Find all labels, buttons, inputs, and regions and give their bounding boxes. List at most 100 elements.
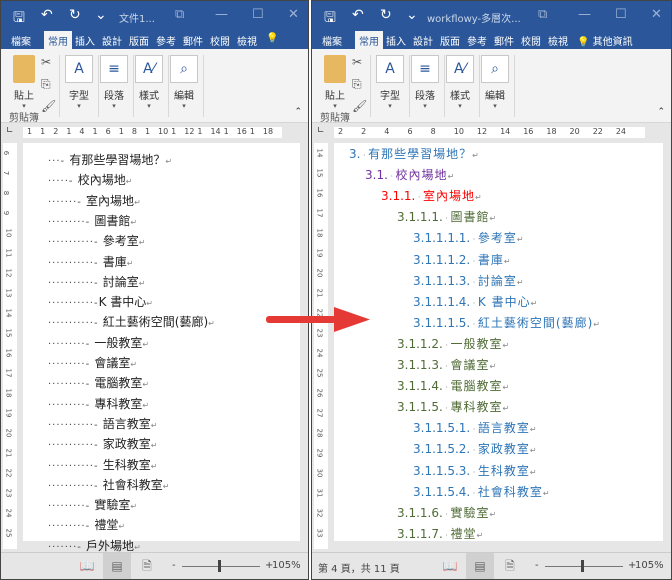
tab-0[interactable]: 檔案 [11, 33, 31, 48]
paragraph-line[interactable]: 3.1.1.1.4. · K 書中心↵ [413, 293, 537, 310]
paragraph-line[interactable]: 3.1.1.5.3. · 生科教室↵ [413, 462, 537, 479]
paragraph-line[interactable]: 3.1.1.2. · 一般教室↵ [397, 335, 509, 352]
paragraph-line[interactable]: ·········- 一般教室↵ [48, 334, 149, 351]
paragraph-line[interactable]: ·········- 專科教室↵ [48, 395, 149, 412]
paragraph-line[interactable]: 3.1.1.4. · 電腦教室↵ [397, 377, 509, 394]
paragraph-line[interactable]: 3.1.1.5. · 專科教室↵ [397, 398, 509, 415]
paragraph-line[interactable]: 3.1.1.1.5. · 紅土藝術空間(藝廊)↵ [413, 314, 600, 331]
close-button[interactable]: ✕ [288, 7, 299, 22]
cut-icon[interactable]: ✂ [41, 55, 51, 69]
tab-selector[interactable]: ∟ [6, 126, 14, 136]
paragraph-line[interactable]: 3. · 有那些學習場地？↵ [349, 145, 479, 162]
paragraph-line[interactable]: ···········- 討論室↵ [48, 273, 145, 290]
paragraph-line[interactable]: ·········- 電腦教室↵ [48, 374, 149, 391]
editing-button[interactable]: ⌕ 編輯 ▾ [170, 55, 198, 110]
zoom-slider[interactable] [182, 566, 260, 567]
styles-button[interactable]: A⁄ 樣式 ▾ [446, 55, 474, 110]
paragraph-line[interactable]: ···········- 書庫↵ [48, 253, 133, 270]
paragraph-line[interactable]: 3.1.1.6. · 實驗室↵ [397, 504, 496, 521]
paragraph-line[interactable]: 3.1.1.5.1. · 語言教室↵ [413, 419, 537, 436]
tab-7[interactable]: 校閱 [521, 33, 541, 48]
close-button[interactable]: ✕ [651, 7, 662, 22]
paste-button[interactable]: 貼上 ▾ [320, 55, 350, 110]
minimize-button[interactable]: — [215, 7, 228, 22]
paragraph-line[interactable]: ·········- 會議室↵ [48, 354, 137, 371]
print-layout-button[interactable]: ▤ [466, 553, 494, 579]
paragraph-line[interactable]: ·····- 校內場地↵ [48, 171, 132, 188]
paragraph-line[interactable]: 3.1.1.1.1. · 參考室↵ [413, 229, 524, 246]
format-painter-icon[interactable]: 🖌 [41, 99, 56, 113]
ribbon-display-button[interactable]: ⧉ [175, 7, 184, 22]
paragraph-line[interactable]: ···········- 生科教室↵ [48, 456, 157, 473]
zoom-slider-thumb[interactable] [218, 560, 221, 572]
undo-icon-button[interactable]: ↶ [352, 7, 364, 23]
collapse-ribbon-button[interactable]: ⌃ [657, 107, 665, 117]
tab-1[interactable]: 常用 [44, 31, 72, 49]
tab-8[interactable]: 檢視 [237, 33, 257, 48]
paragraph-line[interactable]: 3.1.1.1.2. · 書庫↵ [413, 251, 511, 268]
paragraph-line[interactable]: 3.1.1.1.3. · 討論室↵ [413, 272, 524, 289]
undo-icon-button[interactable]: ↶ [41, 7, 53, 23]
paragraph-line[interactable]: 3.1. · 校內場地↵ [365, 166, 454, 183]
zoom-out-button[interactable]: - [172, 560, 176, 571]
tab-8[interactable]: 檢視 [548, 33, 568, 48]
tab-3[interactable]: 設計 [102, 33, 122, 48]
tab-5[interactable]: 參考 [156, 33, 176, 48]
editing-button[interactable]: ⌕ 編輯 ▾ [481, 55, 509, 110]
paragraph-button[interactable]: ≡ 段落 ▾ [411, 55, 439, 110]
paragraph-line[interactable]: ·······- 室內場地↵ [48, 192, 141, 209]
tab-1[interactable]: 常用 [355, 31, 383, 49]
print-layout-button[interactable]: ▤ [103, 553, 131, 579]
tell-me-button[interactable]: 💡 [266, 33, 278, 44]
tab-4[interactable]: 版面 [440, 33, 460, 48]
font-button[interactable]: A 字型 ▾ [376, 55, 404, 110]
paragraph-button[interactable]: ≡ 段落 ▾ [100, 55, 128, 110]
paragraph-line[interactable]: ·········- 圖書館↵ [48, 212, 137, 229]
paragraph-line[interactable]: ·········- 禮堂↵ [48, 516, 125, 533]
cut-icon[interactable]: ✂ [352, 55, 362, 69]
tab-2[interactable]: 插入 [75, 33, 95, 48]
document-page[interactable]: ···- 有那些學習場地？↵ ·····- 校內場地↵ ·······- 室內場地↵… [23, 143, 300, 553]
customize-icon-button[interactable]: ⌄ [95, 7, 107, 23]
copy-icon[interactable]: ⎘ [41, 77, 51, 92]
paragraph-line[interactable]: ·········- 實驗室↵ [48, 496, 137, 513]
save-icon-button[interactable]: 🖫 [324, 7, 336, 31]
read-mode-button[interactable]: 📖 [73, 553, 101, 579]
format-painter-icon[interactable]: 🖌 [352, 99, 367, 113]
read-mode-button[interactable]: 📖 [436, 553, 464, 579]
paragraph-line[interactable]: 3.1.1.3. · 會議室↵ [397, 356, 496, 373]
paragraph-line[interactable]: 3.1.1.5.2. · 家政教室↵ [413, 440, 537, 457]
paste-button[interactable]: 貼上 ▾ [9, 55, 39, 110]
horizontal-ruler[interactable]: ∟ 2 2 4 6 8 10 12 14 16 18 20 22 24 [312, 123, 671, 141]
tab-7[interactable]: 校閱 [210, 33, 230, 48]
zoom-level[interactable]: 105% [272, 560, 301, 571]
web-layout-button[interactable]: 🗎 [496, 553, 524, 579]
tab-6[interactable]: 郵件 [494, 33, 514, 48]
ribbon-display-button[interactable]: ⧉ [538, 7, 547, 22]
paragraph-line[interactable]: ···········- 紅土藝術空間(藝廊)↵ [48, 313, 215, 330]
horizontal-ruler[interactable]: ∟ 1 1 2 1 4 1 6 1 8 1 10 1 12 1 14 1 16 1 18 [1, 123, 308, 141]
zoom-slider-thumb[interactable] [581, 560, 584, 572]
maximize-button[interactable]: ☐ [252, 7, 264, 22]
paragraph-line[interactable]: 3.1.1.1. · 圖書館↵ [397, 208, 496, 225]
zoom-out-button[interactable]: - [535, 560, 539, 571]
copy-icon[interactable]: ⎘ [352, 77, 362, 92]
tab-4[interactable]: 版面 [129, 33, 149, 48]
paragraph-line[interactable]: ···········- 社會科教室↵ [48, 476, 169, 493]
font-button[interactable]: A 字型 ▾ [65, 55, 93, 110]
paragraph-line[interactable]: 3.1.1.5.4. · 社會科教室↵ [413, 483, 550, 500]
paragraph-line[interactable]: ···········- 家政教室↵ [48, 435, 157, 452]
tab-0[interactable]: 檔案 [322, 33, 342, 48]
tell-me-button[interactable]: 💡 其他資訊 [577, 33, 633, 48]
zoom-slider[interactable] [545, 566, 623, 567]
paragraph-line[interactable]: ···- 有那些學習場地？↵ [48, 151, 172, 168]
collapse-ribbon-button[interactable]: ⌃ [294, 107, 302, 117]
redo-icon-button[interactable]: ↻ [69, 7, 81, 23]
tab-selector[interactable]: ∟ [317, 126, 325, 136]
save-icon-button[interactable]: 🖫 [13, 7, 25, 31]
customize-icon-button[interactable]: ⌄ [406, 7, 418, 23]
minimize-button[interactable]: — [578, 7, 591, 22]
paragraph-line[interactable]: 3.1.1. · 室內場地↵ [381, 187, 482, 204]
paragraph-line[interactable]: ···········- 語言教室↵ [48, 415, 157, 432]
maximize-button[interactable]: ☐ [615, 7, 627, 22]
